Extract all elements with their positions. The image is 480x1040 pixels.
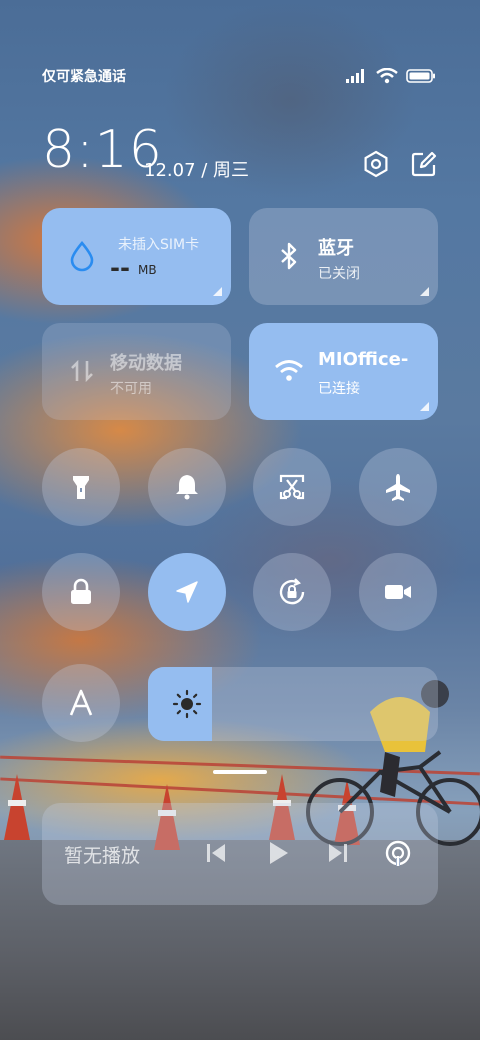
lock-icon — [71, 578, 91, 604]
wifi-icon — [376, 68, 398, 84]
bluetooth-tile[interactable]: 蓝牙 已关闭 — [249, 208, 438, 305]
wifi-title: MIOffice- — [318, 349, 409, 370]
wifi-tile[interactable]: MIOffice- 已连接 — [249, 323, 438, 420]
tile-expand-corner — [420, 287, 429, 296]
sun-icon — [172, 689, 202, 719]
edit-icon[interactable] — [410, 150, 438, 178]
next-icon[interactable] — [324, 839, 352, 867]
font-a-icon — [69, 689, 93, 716]
status-icons — [346, 68, 436, 84]
toggle-screen-record[interactable] — [359, 553, 437, 631]
clock-date: 12.07 / 周三 — [144, 160, 250, 181]
rotation-lock-icon — [279, 578, 305, 605]
bluetooth-title: 蓝牙 — [318, 238, 354, 259]
data-usage-unit: MB — [138, 263, 157, 277]
tile-expand-corner — [420, 402, 429, 411]
mobile-data-icon — [71, 359, 93, 383]
toggle-auto-text[interactable] — [42, 664, 120, 742]
flashlight-icon — [73, 476, 89, 499]
carrier-text: 仅可紧急通话 — [42, 69, 126, 85]
scissors-icon — [279, 474, 305, 500]
location-arrow-icon — [176, 581, 198, 603]
data-usage-tile[interactable]: 未插入SIM卡 -- MB — [42, 208, 231, 305]
toggle-rotation-lock[interactable] — [253, 553, 331, 631]
wifi-status: 已连接 — [318, 381, 360, 397]
toggle-screenshot[interactable] — [253, 448, 331, 526]
toggle-ringer[interactable] — [148, 448, 226, 526]
bell-icon — [176, 475, 198, 500]
cast-icon[interactable] — [384, 839, 412, 867]
data-usage-title: 未插入SIM卡 — [118, 237, 200, 253]
panel-drag-handle[interactable] — [213, 770, 267, 774]
battery-icon — [406, 69, 435, 83]
bluetooth-status: 已关闭 — [318, 266, 360, 282]
signal-icon — [346, 69, 364, 83]
tile-expand-corner — [213, 287, 222, 296]
wallpaper-barrier — [0, 770, 34, 840]
toggle-location[interactable] — [148, 553, 226, 631]
toggle-airplane-mode[interactable] — [359, 448, 437, 526]
wifi-icon — [275, 360, 303, 381]
settings-icon[interactable] — [362, 150, 390, 178]
water-drop-icon — [70, 240, 94, 272]
play-icon[interactable] — [264, 839, 292, 867]
previous-icon[interactable] — [202, 839, 230, 867]
mobile-data-status: 不可用 — [110, 381, 152, 397]
airplane-icon — [386, 474, 410, 501]
toggle-flashlight[interactable] — [42, 448, 120, 526]
toggle-lock-screen[interactable] — [42, 553, 120, 631]
status-bar: 仅可紧急通话 — [0, 64, 480, 88]
mobile-data-tile[interactable]: 移动数据 不可用 — [42, 323, 231, 420]
media-player: 暂无播放 — [42, 803, 438, 905]
video-camera-icon — [385, 585, 411, 599]
brightness-slider[interactable] — [148, 667, 438, 741]
mobile-data-title: 移动数据 — [110, 353, 182, 374]
media-status-label: 暂无播放 — [64, 845, 141, 867]
bluetooth-icon — [281, 242, 297, 270]
data-usage-value: -- — [110, 254, 130, 282]
